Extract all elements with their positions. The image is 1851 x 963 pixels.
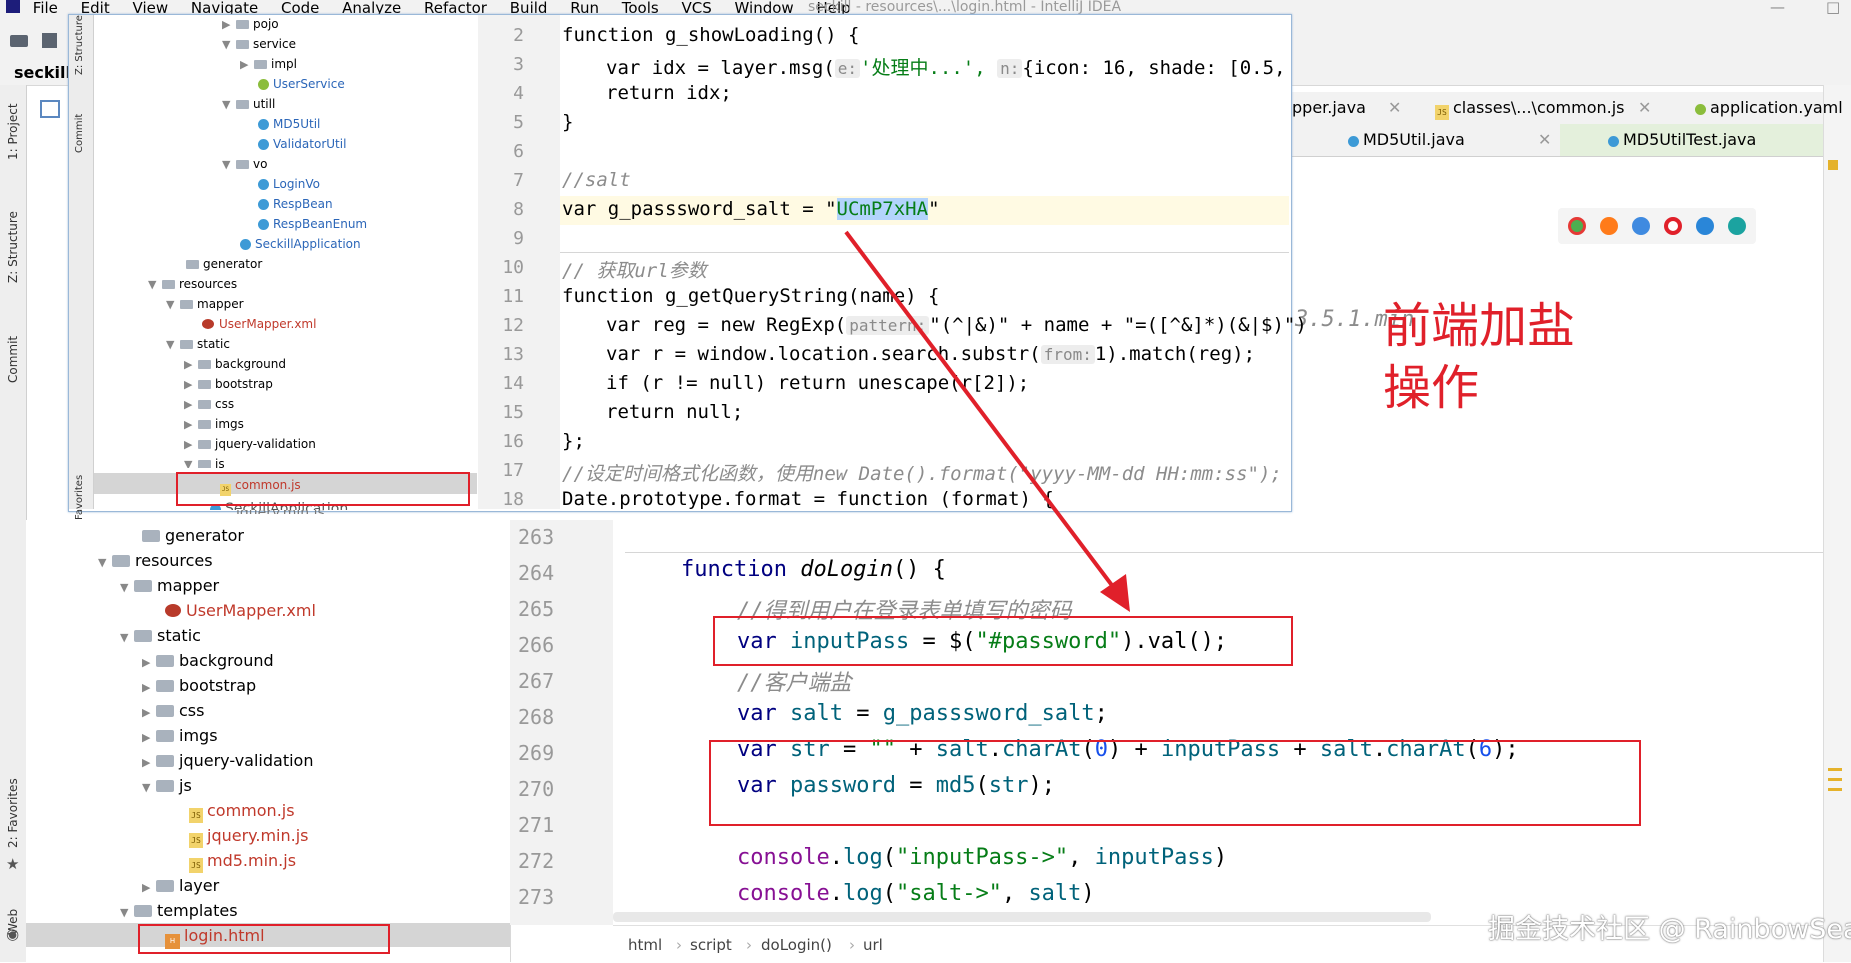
annotation-text: 前端加盐 操作 [1383,295,1575,419]
annotation-line: 操作 [1383,360,1480,416]
annotation-line: 前端加盐 [1383,298,1576,354]
watermark: 掘金技术社区 @ RainbowSea [1488,914,1851,945]
annotation-arrow [844,230,1130,612]
